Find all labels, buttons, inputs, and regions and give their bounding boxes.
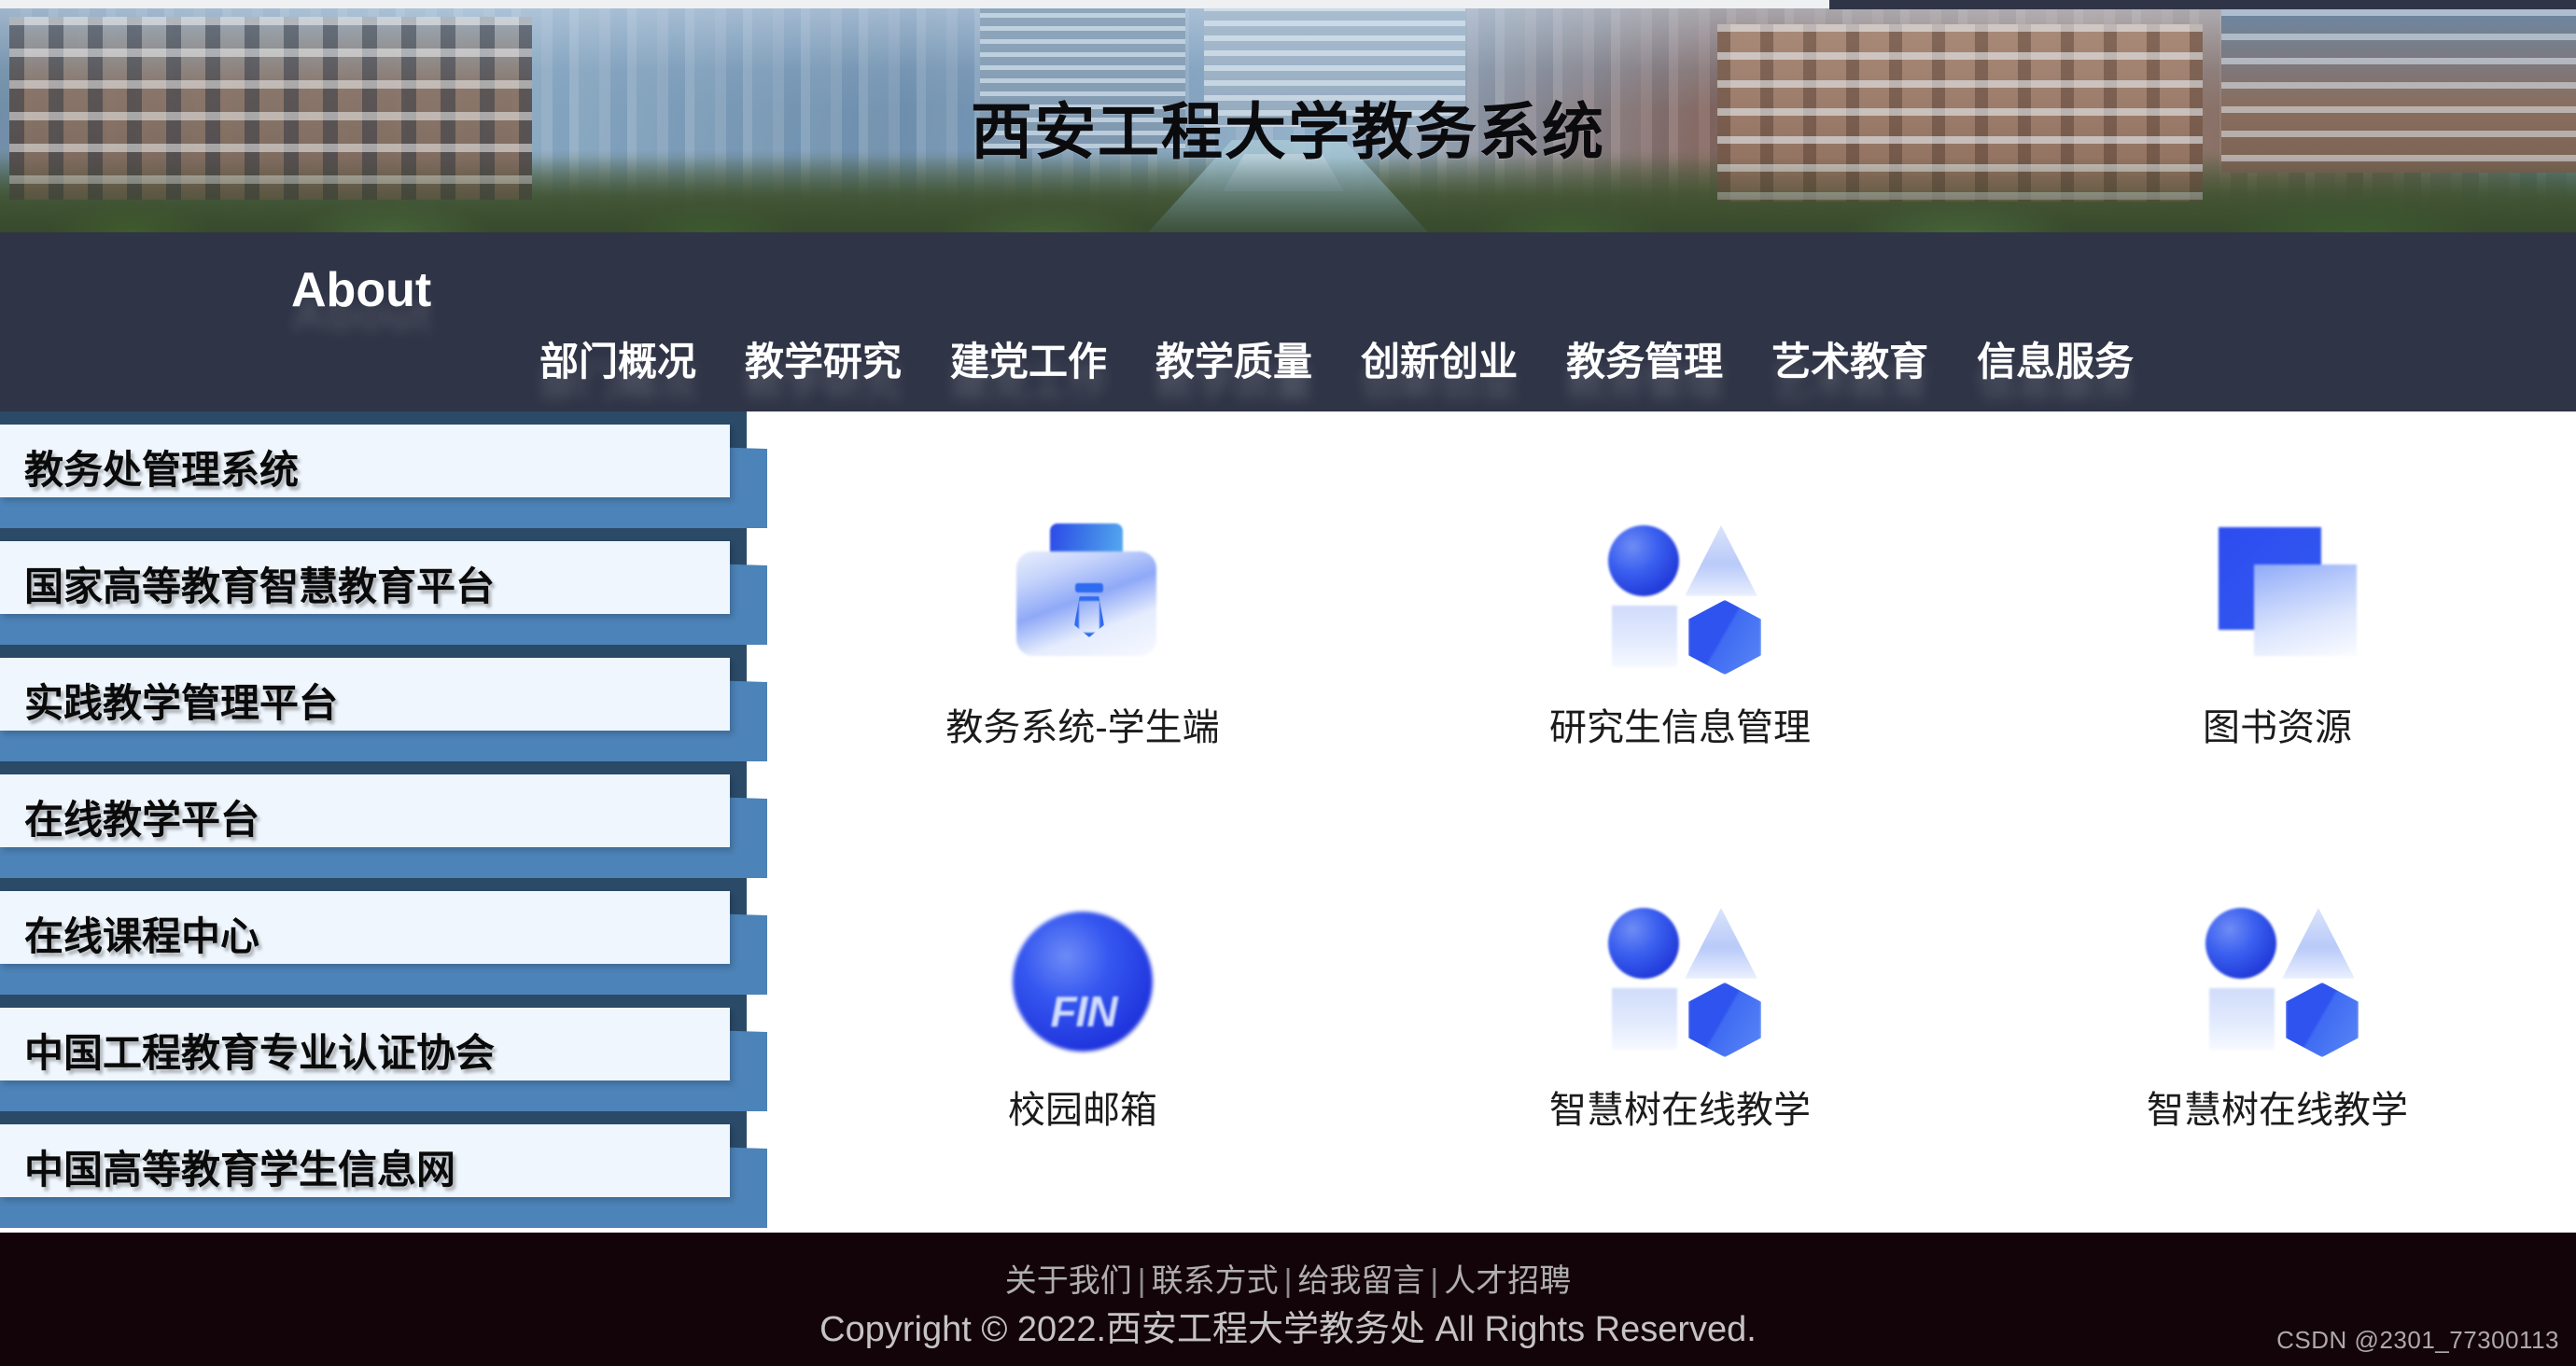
- banner-top-strip-right: [1829, 0, 2576, 9]
- tile-label: 研究生信息管理: [1549, 707, 1811, 748]
- cube-shape-icon: [1688, 600, 1761, 675]
- square-shape-icon: [2209, 988, 2275, 1050]
- tile-jiaowu-student[interactable]: 教务系统-学生端: [784, 438, 1381, 820]
- footer-separator: |: [1283, 1263, 1293, 1299]
- sidebar-item-label: 教务处管理系统: [24, 448, 300, 492]
- mail-sphere-text: FIN: [1050, 987, 1117, 1036]
- tile-label: 智慧树在线教学: [1549, 1090, 1811, 1131]
- tile-graduate-info[interactable]: 研究生信息管理: [1381, 438, 1979, 820]
- triangle-shape-icon: [1685, 525, 1757, 596]
- square-shape-icon: [1612, 988, 1677, 1050]
- shapes-icon: [1591, 889, 1769, 1066]
- cube-shape-icon: [1688, 983, 1761, 1057]
- sidebar-item-online-teaching[interactable]: 在线教学平台: [0, 761, 784, 878]
- sidebar-item-practice-teaching[interactable]: 实践教学管理平台: [0, 645, 784, 761]
- footer-copyright: Copyright © 2022.西安工程大学教务处 All Rights Re…: [819, 1310, 1757, 1349]
- sidebar-item-label: 中国工程教育专业认证协会: [24, 1031, 496, 1075]
- csdn-watermark: CSDN @2301_77300113: [2276, 1326, 2559, 1354]
- nav-item-chuangxinChuangye[interactable]: 创新创业: [1337, 330, 1542, 387]
- nav-item-jiandangGongzuo[interactable]: 建党工作: [926, 330, 1131, 387]
- body-wrapper: 教务处管理系统 国家高等教育智慧教育平台 实践教学管理平台 在线教学平台 在线课…: [0, 411, 2576, 1233]
- shapes-icon: [2189, 889, 2366, 1066]
- tile-zhihuishu-online-2[interactable]: 智慧树在线教学: [1979, 820, 2576, 1203]
- tile-campus-mail[interactable]: FIN 校园邮箱: [784, 820, 1381, 1203]
- sidebar-item-label: 在线教学平台: [24, 798, 260, 842]
- nav-item-jiaoxueYanjiu[interactable]: 教学研究: [721, 330, 926, 387]
- hero-banner: 西安工程大学教务系统: [0, 0, 2576, 232]
- tile-label: 校园邮箱: [1008, 1090, 1157, 1131]
- main-content: 教务系统-学生端 研究生信息管理 图书资源 FIN 校园邮箱 智慧树在线教学 智…: [784, 411, 2576, 1233]
- sidebar-item-chsi-student-info[interactable]: 中国高等教育学生信息网: [0, 1111, 784, 1228]
- footer-link-message[interactable]: 给我留言: [1297, 1263, 1424, 1299]
- nav-item-bumenGaikuang[interactable]: 部门概况: [515, 330, 721, 387]
- sphere-shape-icon: [1608, 908, 1679, 979]
- sidebar-item-label: 实践教学管理平台: [24, 681, 339, 725]
- main-navbar: About 部门概况 教学研究 建党工作 教学质量 创新创业 教务管理 艺术教育…: [0, 232, 2576, 411]
- sidebar: 教务处管理系统 国家高等教育智慧教育平台 实践教学管理平台 在线教学平台 在线课…: [0, 411, 784, 1233]
- nav-link-list: 部门概况 教学研究 建党工作 教学质量 创新创业 教务管理 艺术教育 信息服务: [515, 330, 2158, 387]
- square-front-icon: [2254, 565, 2357, 656]
- tie-knot-icon: [1075, 583, 1103, 592]
- square-shape-icon: [1612, 606, 1677, 667]
- page-root: 西安工程大学教务系统 About 部门概况 教学研究 建党工作 教学质量 创新创…: [0, 0, 2576, 1366]
- sidebar-item-label: 中国高等教育学生信息网: [24, 1148, 456, 1192]
- footer-separator: |: [1430, 1263, 1439, 1299]
- cube-shape-icon: [2286, 983, 2359, 1057]
- sidebar-item-online-course-center[interactable]: 在线课程中心: [0, 878, 784, 995]
- triangle-shape-icon: [2282, 908, 2355, 979]
- tile-zhihuishu-online-1[interactable]: 智慧树在线教学: [1381, 820, 1979, 1203]
- tile-library-resources[interactable]: 图书资源: [1979, 438, 2576, 820]
- quick-link-grid: 教务系统-学生端 研究生信息管理 图书资源 FIN 校园邮箱 智慧树在线教学 智…: [784, 438, 2576, 1203]
- page-title: 西安工程大学教务系统: [971, 97, 1605, 166]
- sidebar-item-jiaowuchu-system[interactable]: 教务处管理系统: [0, 411, 784, 528]
- nav-item-jiaowuGuanli[interactable]: 教务管理: [1542, 330, 1747, 387]
- sphere-shape-icon: [1608, 525, 1679, 596]
- mail-sphere-fin-icon: FIN: [994, 889, 1171, 1066]
- sidebar-item-national-smart-edu[interactable]: 国家高等教育智慧教育平台: [0, 528, 784, 645]
- nav-about-label[interactable]: About: [291, 262, 431, 318]
- nav-item-xinxiFuwu[interactable]: 信息服务: [1953, 330, 2158, 387]
- nav-item-yishuJiaoyu[interactable]: 艺术教育: [1747, 330, 1953, 387]
- banner-top-strip: [0, 0, 2109, 8]
- site-footer: 关于我们 | 联系方式 | 给我留言 | 人才招聘 Copyright © 2022.西安工…: [0, 1233, 2576, 1366]
- footer-separator: |: [1137, 1263, 1146, 1299]
- footer-link-recruitment[interactable]: 人才招聘: [1444, 1263, 1571, 1299]
- briefcase-student-icon: [994, 507, 1171, 684]
- footer-link-row: 关于我们 | 联系方式 | 给我留言 | 人才招聘: [0, 1255, 2576, 1301]
- triangle-shape-icon: [1685, 908, 1757, 979]
- tile-label: 图书资源: [2203, 707, 2352, 748]
- footer-link-contact[interactable]: 联系方式: [1152, 1263, 1279, 1299]
- tile-label: 教务系统-学生端: [945, 707, 1220, 748]
- tile-label: 智慧树在线教学: [2147, 1090, 2408, 1131]
- footer-link-about[interactable]: 关于我们: [1005, 1263, 1132, 1299]
- shapes-icon: [1591, 507, 1769, 684]
- nav-item-jiaoxueZhiliang[interactable]: 教学质量: [1131, 330, 1337, 387]
- sidebar-item-label: 国家高等教育智慧教育平台: [24, 565, 496, 608]
- sidebar-item-engineering-accreditation[interactable]: 中国工程教育专业认证协会: [0, 995, 784, 1111]
- stacked-squares-icon: [2189, 507, 2366, 684]
- sidebar-item-label: 在线课程中心: [24, 914, 260, 958]
- sphere-shape-icon: [2205, 908, 2276, 979]
